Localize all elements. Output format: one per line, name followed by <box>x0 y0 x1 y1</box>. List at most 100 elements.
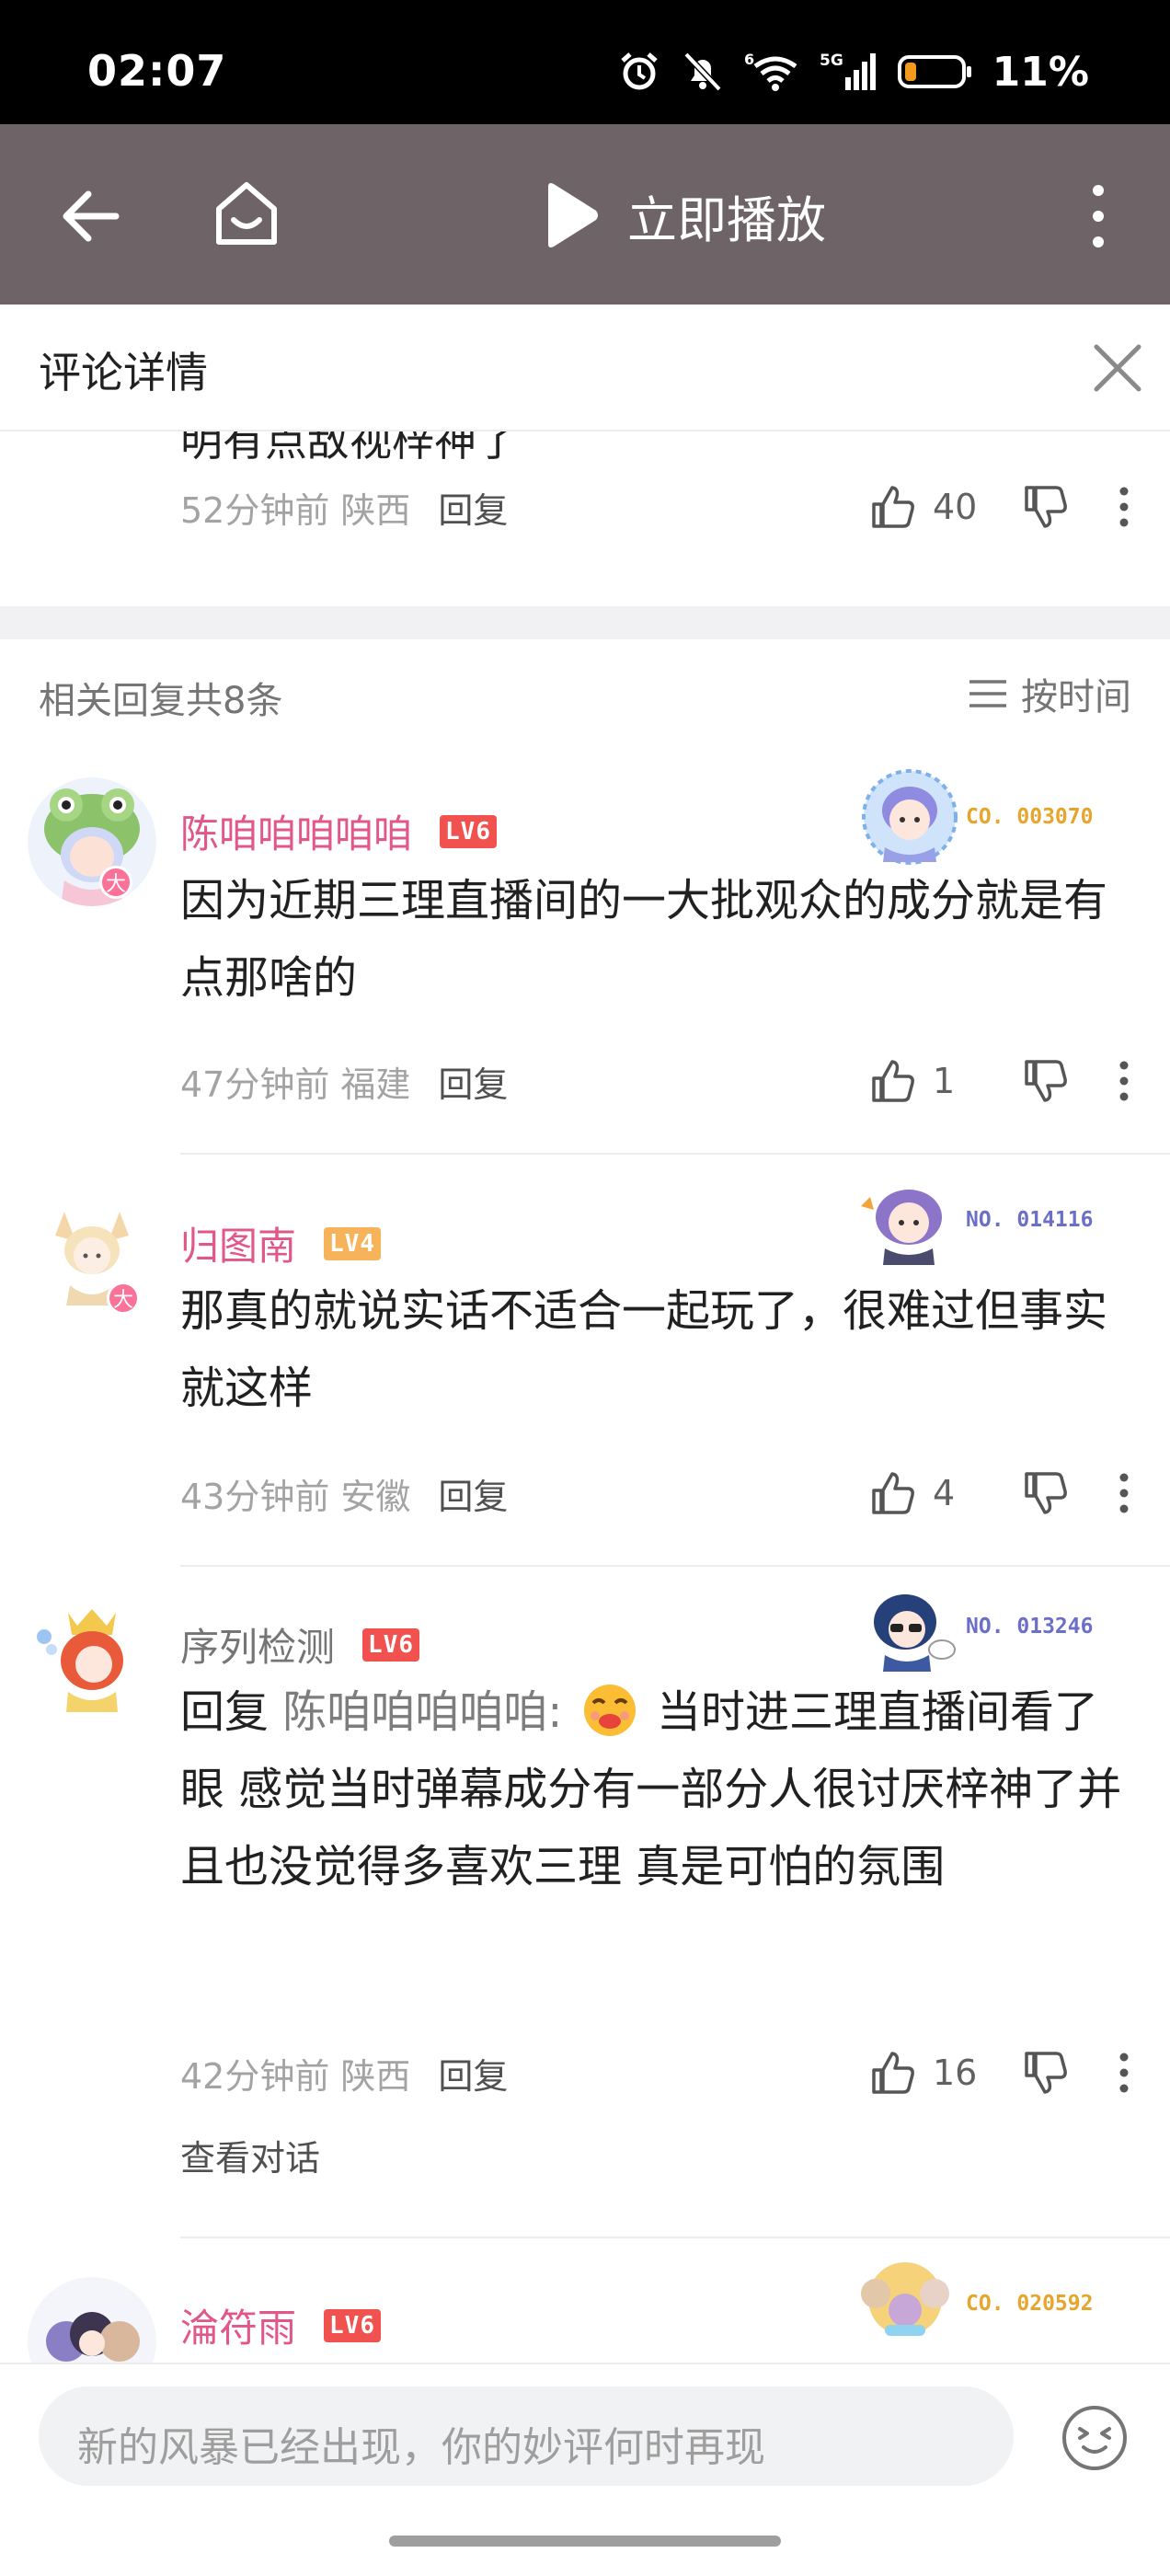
like-count: 16 <box>933 2053 978 2093</box>
username[interactable]: 归图南 <box>180 1215 296 1271</box>
vip-badge: 大 <box>99 866 132 899</box>
like-count: 40 <box>933 487 978 527</box>
reply-meta: 47分钟前 福建 回复 <box>180 1053 508 1109</box>
thumbs-down-icon[interactable] <box>1023 1470 1069 1516</box>
user-row: 归图南 LV4 <box>180 1215 381 1271</box>
view-conversation-link[interactable]: 查看对话 <box>180 2130 320 2180</box>
thumbs-down-icon[interactable] <box>1023 1058 1069 1104</box>
parent-comment-actions: 40 <box>870 479 1130 535</box>
comment-more-icon[interactable] <box>1118 2052 1130 2094</box>
list-icon <box>969 680 1006 707</box>
user-row: 陈咱咱咱咱咱 LV6 <box>180 803 497 859</box>
thumbs-up-icon <box>872 486 914 528</box>
username[interactable]: 淪符雨 <box>180 2297 296 2353</box>
username[interactable]: 序列检测 <box>180 1616 335 1673</box>
fan-medal: CO. 003070 <box>859 766 1093 868</box>
comment-time: 42分钟前 <box>180 2055 330 2097</box>
reply-button[interactable]: 回复 <box>438 2048 508 2099</box>
svg-text:6: 6 <box>744 51 754 68</box>
reply-actions: 4 <box>870 1466 1130 1521</box>
replies-header: 相关回复共8条 按时间 <box>0 639 1170 750</box>
fan-medal: NO. 013246 <box>859 1576 1093 1677</box>
comment-more-icon[interactable] <box>1118 1472 1130 1514</box>
status-bar: 02:07 6 5G 11% <box>0 0 1170 124</box>
frog-hat-avatar-image <box>28 777 156 906</box>
reply-button[interactable]: 回复 <box>438 482 508 533</box>
comment-time: 52分钟前 <box>180 489 330 531</box>
sort-label: 按时间 <box>1021 676 1131 719</box>
reply-text: 回复 陈咱咱咱咱咱: 当时进三理直播间看了眼 感觉当时弹幕成分有一部分人很讨厌梓… <box>180 1673 1137 1905</box>
fan-medal: NO. 014116 <box>854 1169 1093 1271</box>
section-divider <box>0 606 1170 639</box>
fan-medal-image <box>861 2262 949 2336</box>
status-icons: 6 5G 11% <box>617 46 1089 98</box>
comment-more-icon[interactable] <box>1118 486 1130 528</box>
home-indicator[interactable] <box>389 2536 781 2547</box>
reply-text-line1: 当时进三理直播间 <box>657 1686 1011 1738</box>
level-badge: LV6 <box>440 814 497 848</box>
fan-medal: CO. 020592 <box>850 2253 1093 2354</box>
status-time: 02:07 <box>87 46 227 96</box>
username[interactable]: 陈咱咱咱咱咱 <box>180 803 412 859</box>
thumbs-down-icon[interactable] <box>1023 484 1069 530</box>
reply-item: 大 归图南 LV4 NO. 014116 那真的就说实话不适合一起玩了，很难过但… <box>0 1155 1170 1567</box>
emoji-sticker-icon <box>583 1685 636 1736</box>
like-count: 4 <box>933 1473 956 1513</box>
mention-link[interactable]: 陈咱咱咱咱咱: <box>282 1686 562 1738</box>
reply-button[interactable]: 回复 <box>438 1056 508 1107</box>
reply-meta: 42分钟前 陕西 回复 <box>180 2045 508 2100</box>
cellular-5g-icon: 5G <box>820 52 876 90</box>
comment-location: 陕西 <box>340 489 411 531</box>
comment-time: 47分钟前 <box>180 1064 330 1105</box>
comment-location: 福建 <box>340 1064 411 1105</box>
back-arrow-icon[interactable] <box>55 181 125 251</box>
reply-item: 序列检测 LV6 NO. 013246 回复 陈咱咱咱咱咱: 当时进三理直播间看… <box>0 1567 1170 2238</box>
emoji-icon[interactable] <box>1060 2403 1130 2473</box>
close-icon[interactable] <box>1091 341 1144 395</box>
fan-medal-image <box>862 769 958 865</box>
level-badge: LV4 <box>324 1226 381 1260</box>
alarm-icon <box>621 52 658 90</box>
like-button[interactable]: 1 <box>870 1058 981 1104</box>
thumbs-down-icon[interactable] <box>1023 2050 1069 2096</box>
fan-medal-number: CO. 003070 <box>966 805 1094 829</box>
comment-more-icon[interactable] <box>1118 1060 1130 1102</box>
more-vertical-icon[interactable] <box>1087 181 1109 251</box>
comment-input-placeholder: 新的风暴已经出现，你的妙评何时再现 <box>77 2424 765 2471</box>
avatar[interactable] <box>28 2277 156 2363</box>
comment-input[interactable]: 新的风暴已经出现，你的妙评何时再现 <box>39 2386 1014 2486</box>
avatar[interactable] <box>28 777 156 906</box>
fan-medal-number: NO. 013246 <box>966 1615 1094 1639</box>
reply-item: 淪符雨 LV6 CO. 020592 <box>0 2238 1170 2363</box>
parent-comment: 明有点敌视梓神了 52分钟前 陕西 回复 40 <box>0 431 1170 606</box>
sort-by-time-button[interactable]: 按时间 <box>968 667 1131 720</box>
replies-count: 相关回复共8条 <box>39 680 283 722</box>
fan-medal-number: CO. 020592 <box>966 2292 1094 2316</box>
reply-button[interactable]: 回复 <box>438 1468 508 1519</box>
like-button[interactable]: 4 <box>870 1470 981 1516</box>
comment-time: 43分钟前 <box>180 1476 330 1517</box>
user-row: 序列检测 LV6 <box>180 1616 419 1673</box>
video-player-bar: 立即播放 <box>0 124 1170 305</box>
avatar[interactable] <box>28 1593 156 1721</box>
svg-text:5G: 5G <box>820 52 843 70</box>
like-button[interactable]: 40 <box>870 484 981 530</box>
like-button[interactable]: 16 <box>870 2050 981 2096</box>
crown-girl-avatar-image <box>28 1593 156 1721</box>
like-count: 1 <box>933 1061 956 1101</box>
play-now-button[interactable]: 立即播放 <box>541 176 826 255</box>
reply-text: 那真的就说实话不适合一起玩了，很难过但事实就这样 <box>180 1285 1108 1414</box>
comment-detail-header: 评论详情 <box>0 305 1170 431</box>
fan-medal-image <box>874 1594 956 1672</box>
reply-text: 因为近期三理直播间的一大批观众的成分就是有点那啥的 <box>180 875 1108 1004</box>
vip-badge: 大 <box>107 1282 140 1315</box>
reply-actions: 1 <box>870 1053 1130 1109</box>
battery-icon <box>897 55 971 88</box>
play-now-label: 立即播放 <box>627 190 826 249</box>
parent-comment-text: 明有点敌视梓神了 <box>180 431 519 466</box>
battery-percent: 11% <box>992 48 1089 96</box>
mute-icon <box>683 52 722 92</box>
comment-location: 安徽 <box>340 1476 411 1517</box>
home-icon[interactable] <box>210 178 283 251</box>
level-badge: LV6 <box>324 2308 381 2342</box>
